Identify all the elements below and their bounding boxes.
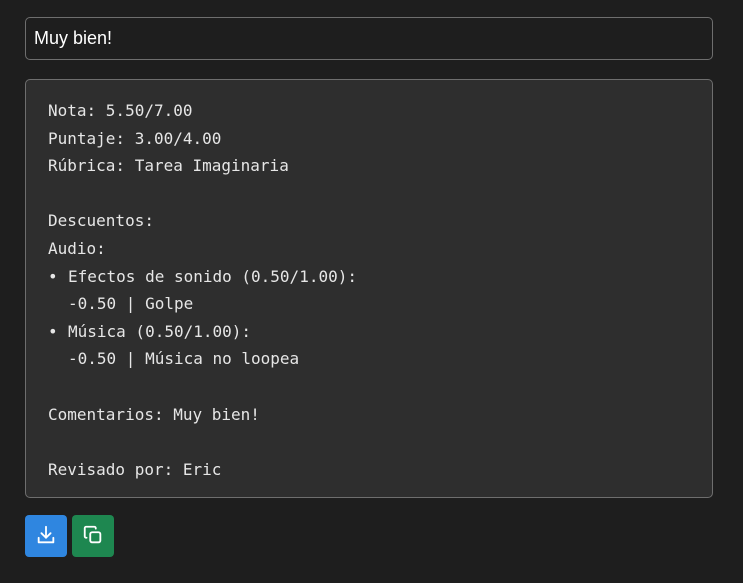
deduction-item-detail: -0.50 | Música no loopea: [68, 349, 300, 369]
list-item: • Música (0.50/1.00):: [48, 318, 690, 346]
comment-input[interactable]: [25, 17, 713, 60]
bullet-icon: •: [48, 266, 58, 286]
download-button[interactable]: [25, 515, 67, 557]
list-item: • Efectos de sonido (0.50/1.00):: [48, 263, 690, 291]
rubric-line: Rúbrica: Tarea Imaginaria: [48, 156, 289, 176]
grade-line: Nota: 5.50/7.00: [48, 101, 193, 120]
grade-report: Nota: 5.50/7.00 Puntaje: 3.00/4.00 Rúbri…: [25, 79, 713, 498]
deduction-item-title: Música (0.50/1.00):: [68, 321, 252, 341]
deductions-heading: Descuentos:: [48, 211, 154, 231]
deduction-item-detail: -0.50 | Golpe: [68, 294, 194, 314]
reviewed-by-line: Revisado por: Eric: [48, 459, 222, 479]
deduction-category: Audio:: [48, 238, 106, 258]
bullet-icon: •: [48, 321, 58, 341]
deduction-item-title: Efectos de sonido (0.50/1.00):: [68, 266, 357, 286]
score-line: Puntaje: 3.00/4.00: [48, 128, 222, 148]
download-icon: [35, 524, 57, 549]
comments-line: Comentarios: Muy bien!: [48, 404, 260, 424]
copy-icon: [82, 524, 104, 549]
copy-button[interactable]: [72, 515, 114, 557]
